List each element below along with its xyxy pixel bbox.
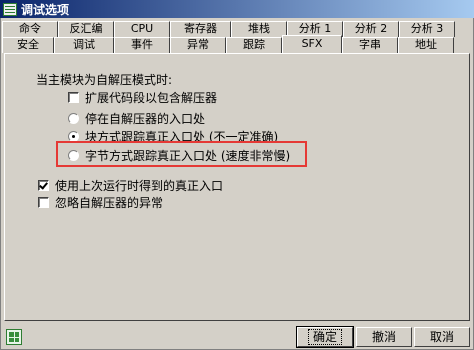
tab-row-1: 命令 反汇编 CPU 寄存器 堆栈 分析 1 分析 2 分析 3 [2,21,455,37]
title-bar[interactable]: 调试选项 [0,0,474,18]
tab-trace[interactable]: 跟踪 [226,37,282,53]
sfx-group-label: 当主模块为自解压模式时: [36,73,173,87]
tab-strings[interactable]: 字串 [342,37,398,53]
radio-stop-at-entry[interactable]: 停在自解压器的入口处 [68,110,205,127]
tab-addresses[interactable]: 地址 [398,37,454,53]
tab-sfx[interactable]: SFX [282,35,342,53]
extend-code-option[interactable]: 扩展代码段以包含解压器 [68,89,217,106]
tab-cpu[interactable]: CPU [114,21,170,37]
window-title: 调试选项 [21,2,70,17]
ignore-exceptions-checkbox[interactable] [38,197,49,208]
tab-disassembly[interactable]: 反汇编 [58,21,114,37]
tab-analysis-3[interactable]: 分析 3 [399,21,455,37]
ignore-exceptions-option[interactable]: 忽略自解压器的异常 [38,194,163,211]
use-last-entry-label: 使用上次运行时得到的真正入口 [55,179,224,193]
use-last-entry-option[interactable]: 使用上次运行时得到的真正入口 [38,177,223,194]
ok-button-label: 确定 [307,329,342,345]
stop-at-entry-label: 停在自解压器的入口处 [85,112,206,126]
stop-at-entry-radio[interactable] [68,113,79,124]
cancel-button[interactable]: 取消 [414,327,470,347]
tab-debug[interactable]: 调试 [54,37,114,53]
tab-exceptions[interactable]: 异常 [170,37,226,53]
tab-command[interactable]: 命令 [2,21,58,37]
ok-button[interactable]: 确定 [296,326,354,348]
window-app-icon [3,2,17,16]
undo-button[interactable]: 撤消 [356,327,412,347]
tab-analysis-2[interactable]: 分析 2 [343,21,399,37]
ignore-exceptions-label: 忽略自解压器的异常 [55,196,164,210]
tab-security[interactable]: 安全 [2,37,54,53]
tab-row-2: 安全 调试 事件 异常 跟踪 SFX 字串 地址 [2,35,454,53]
corner-app-icon [6,329,22,345]
extend-code-label: 扩展代码段以包含解压器 [85,91,218,105]
tab-registers[interactable]: 寄存器 [170,21,231,37]
use-last-entry-checkbox[interactable] [38,180,49,191]
tab-stack[interactable]: 堆栈 [231,21,287,37]
extend-code-checkbox[interactable] [68,92,79,103]
highlight-box [56,141,307,167]
tab-events[interactable]: 事件 [114,37,170,53]
